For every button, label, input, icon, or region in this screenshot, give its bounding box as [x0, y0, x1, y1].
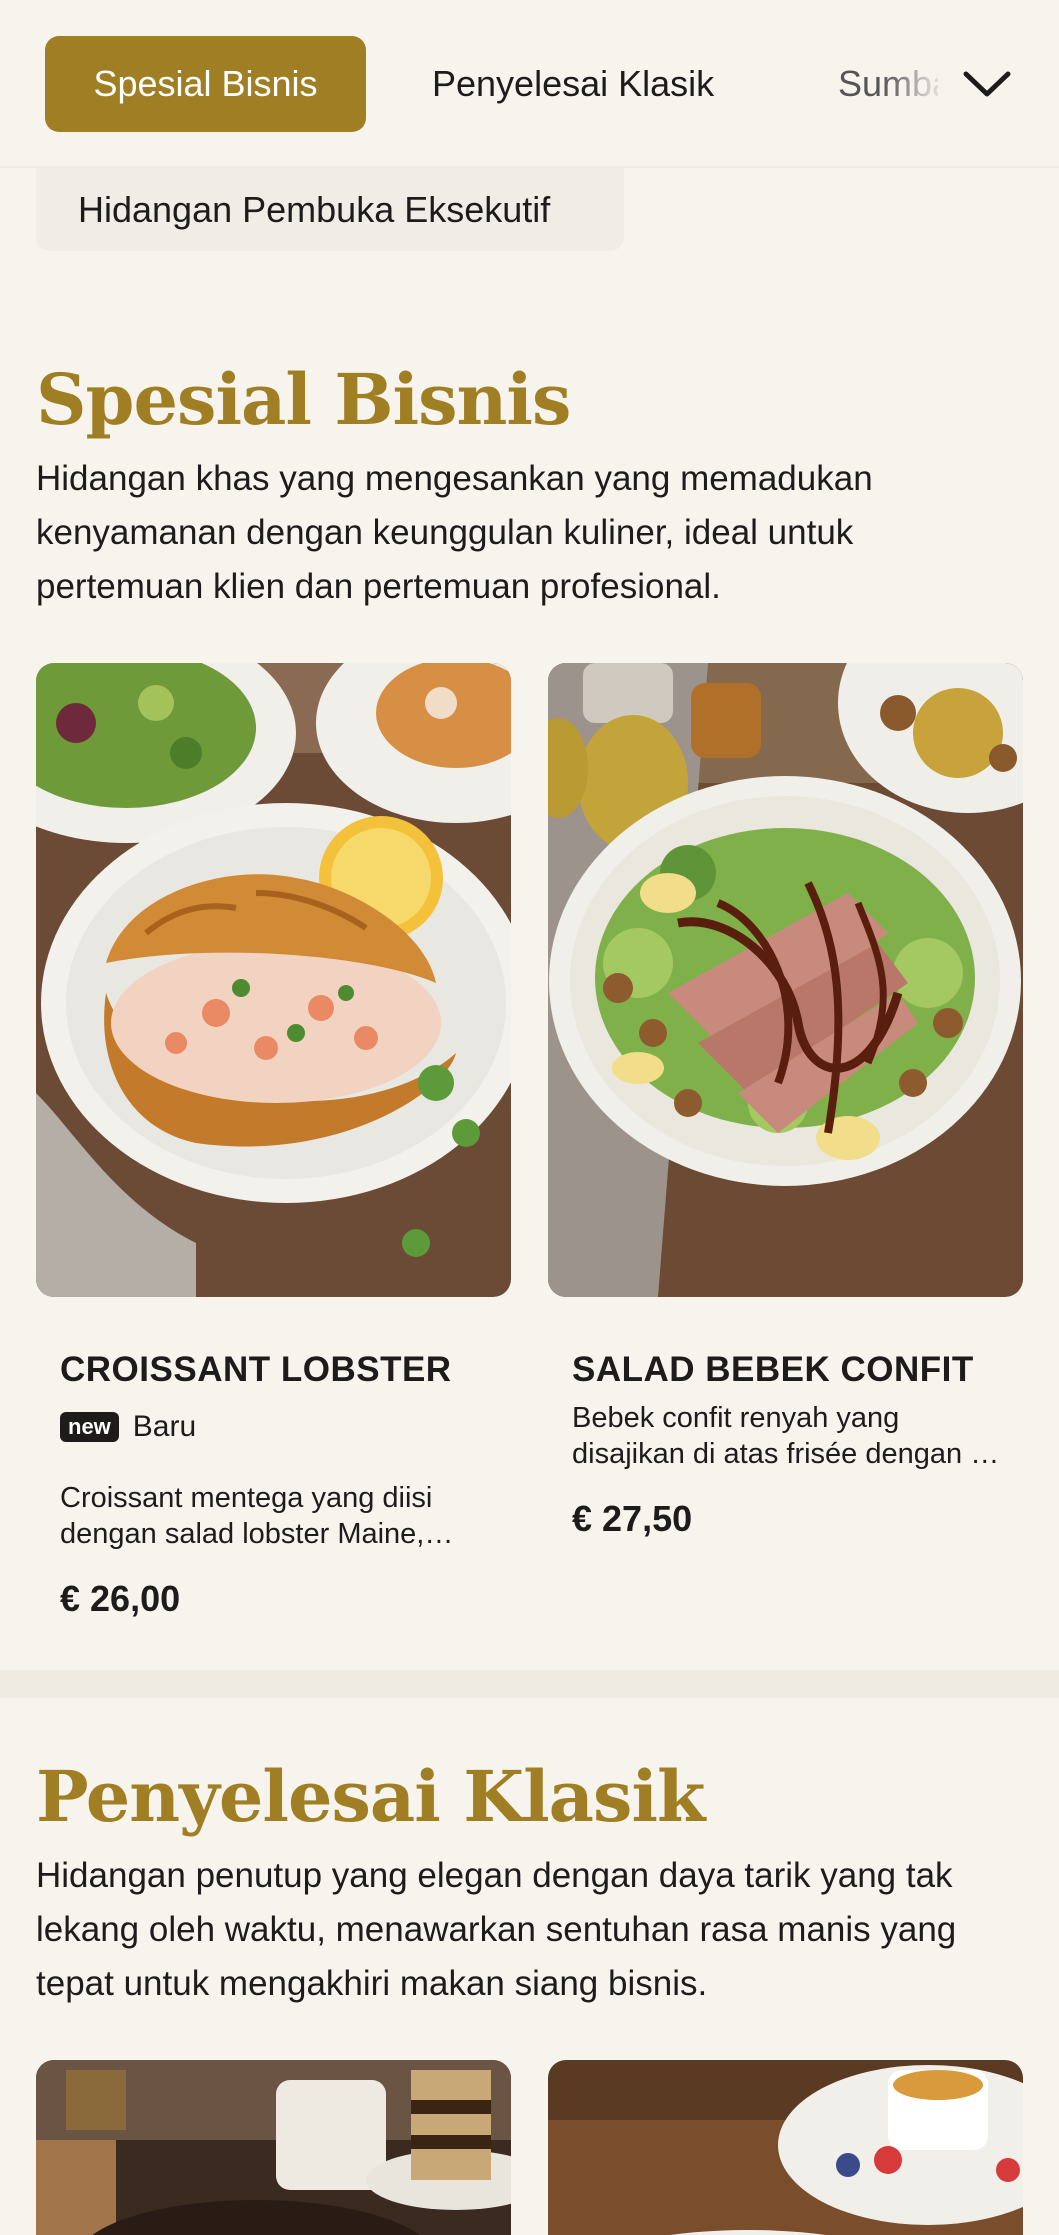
croissant-lobster-photo[interactable]: [36, 663, 511, 1297]
item-name: CROISSANT LOBSTER: [60, 1350, 452, 1389]
section-description: Hidangan penutup yang elegan dengan daya…: [36, 1856, 957, 2003]
salad-bebek-confit-photo[interactable]: [548, 663, 1023, 1297]
item-price: € 27,50: [572, 1498, 693, 1539]
tab-spesial-bisnis[interactable]: Spesial Bisnis: [45, 36, 366, 132]
item-price: € 26,00: [60, 1578, 181, 1619]
new-badge: new Baru: [60, 1410, 196, 1444]
tab-penyelesai-klasik[interactable]: Penyelesai Klasik: [432, 36, 714, 132]
dessert-cake-photo[interactable]: [36, 2060, 511, 2235]
section-divider: [0, 1670, 1059, 1698]
new-badge-label: Baru: [132, 1410, 197, 1443]
category-nav: Spesial Bisnis Penyelesai Klasik Sumbat: [0, 0, 1059, 168]
item-name: SALAD BEBEK CONFIT: [572, 1350, 974, 1389]
section-title: Penyelesai Klasik: [36, 1755, 706, 1838]
section-title: Spesial Bisnis: [36, 358, 571, 441]
new-badge-tag: new: [60, 1412, 119, 1442]
dessert-tea-photo[interactable]: [548, 2060, 1023, 2235]
section-description: Hidangan khas yang mengesankan yang mema…: [36, 459, 873, 606]
chevron-down-icon[interactable]: [960, 62, 1014, 106]
item-description: Croissant mentega yang diisi dengan sala…: [60, 1482, 433, 1550]
item-description: Bebek confit renyah yang disajikan di at…: [572, 1402, 1009, 1470]
subcategory-chip[interactable]: Hidangan Pembuka Eksekutif: [36, 154, 624, 251]
